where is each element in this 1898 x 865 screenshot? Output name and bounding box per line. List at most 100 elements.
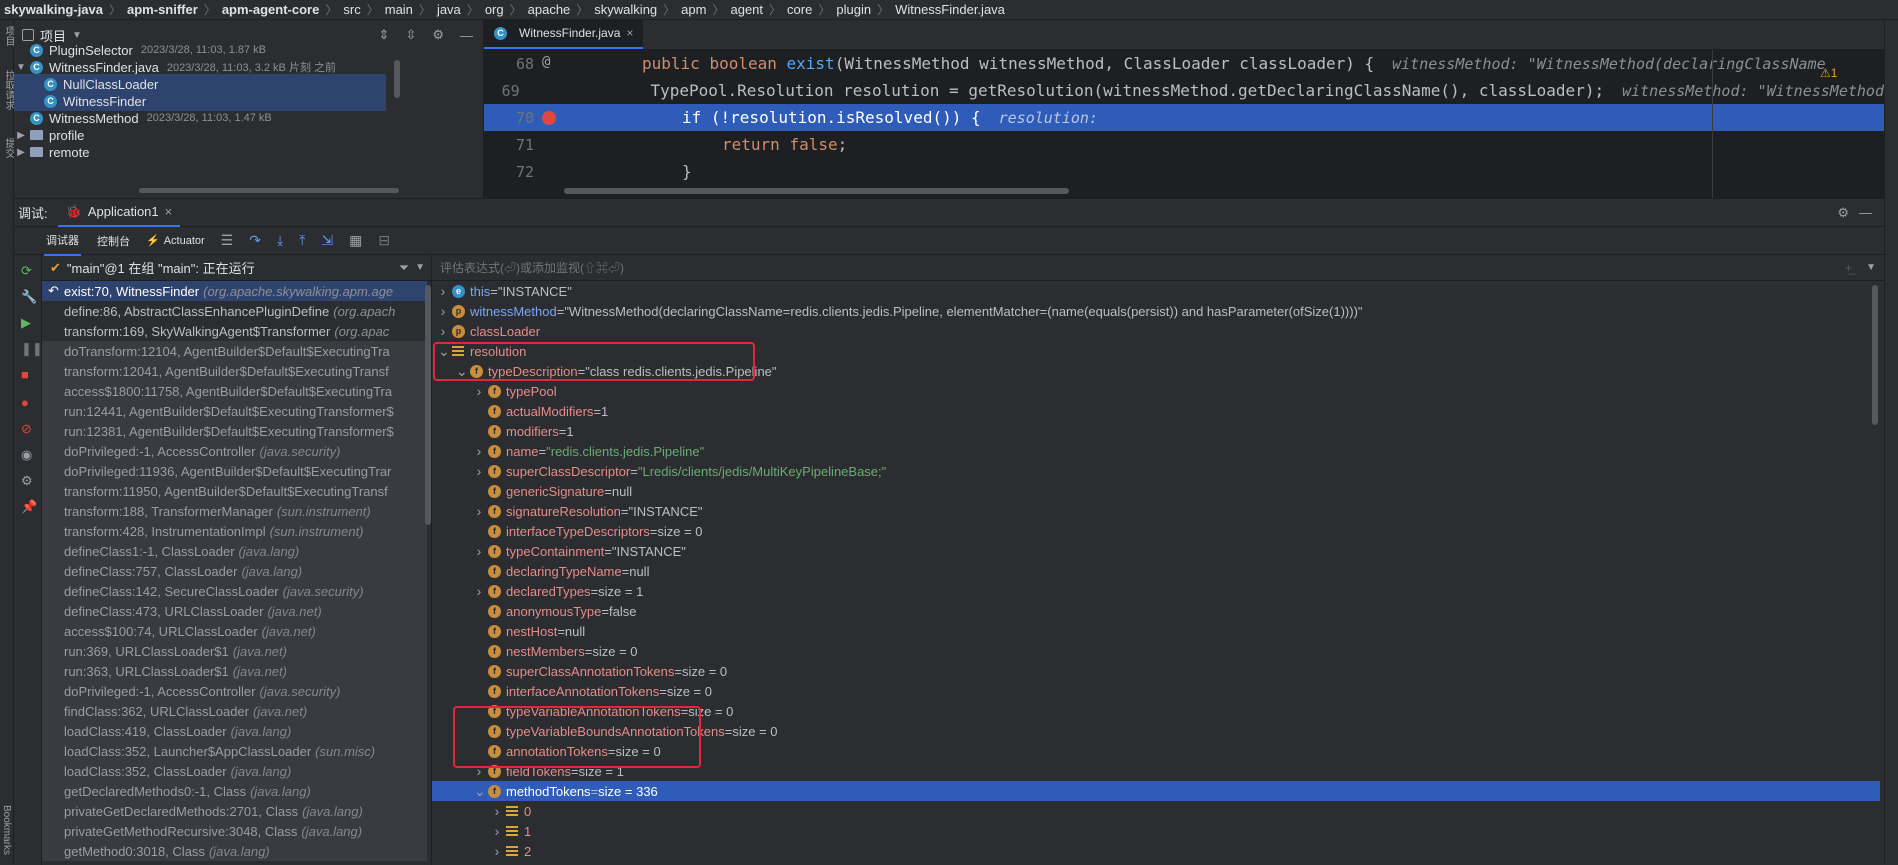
variable-row[interactable]: f declaringTypeName = null [432,561,1880,581]
gear-icon[interactable]: ⚙ [1837,205,1849,221]
breadcrumb-item[interactable]: skywalking [594,2,657,17]
tab-console[interactable]: 控制台 [97,233,130,249]
tab-witnessfinder[interactable]: C WitnessFinder.java × [484,19,644,49]
chevron-right-icon[interactable]: › [438,283,448,299]
stack-frame[interactable]: transform:428, InstrumentationImpl (sun.i… [42,521,427,541]
breadcrumb-item[interactable]: WitnessFinder.java [895,2,1005,17]
stop-icon[interactable]: ■ [21,367,35,382]
stack-frame[interactable]: run:369, URLClassLoader$1 (java.net) [42,641,427,661]
stack-frame[interactable]: defineClass:142, SecureClassLoader (java.… [42,581,427,601]
variable-row[interactable]: › f typePool [432,381,1880,401]
breadcrumb-item[interactable]: org [485,2,504,17]
chevron-right-icon[interactable]: › [438,303,448,319]
variable-row[interactable]: ⌄ f methodTokens = size = 336 [432,781,1880,801]
stack-frame[interactable]: doPrivileged:-1, AccessController (java.s… [42,441,427,461]
frames-scrollbar[interactable] [425,285,431,525]
breadcrumb-item[interactable]: java [437,2,461,17]
code-line[interactable]: 69 TypePool.Resolution resolution = getRe… [484,77,1884,104]
stack-frame[interactable]: doPrivileged:-1, AccessController (java.s… [42,681,427,701]
breadcrumb-item[interactable]: src [343,2,360,17]
tab-actuator[interactable]: ⚡ Actuator [146,234,205,248]
stack-frame[interactable]: define:86, AbstractClassEnhancePluginDef… [42,301,427,321]
minimize-icon[interactable]: — [460,28,473,43]
variable-row[interactable]: f superClassAnnotationTokens = size = 0 [432,661,1880,681]
side-tab-bookmarks[interactable]: Bookmarks [1,805,12,855]
variable-row[interactable]: › f superClassDescriptor = "Lredis/clients… [432,461,1880,481]
code-line[interactable]: 71 return false; [484,131,1884,158]
chevron-right-icon[interactable]: › [474,443,484,459]
chevron-right-icon[interactable]: ▶ [16,147,26,158]
code-line[interactable]: 70 if (!resolution.isResolved()) {resolut… [484,104,1884,131]
breadcrumb-item[interactable]: main [385,2,413,17]
chevron-down-icon[interactable]: ▼ [415,262,425,273]
stack-frame[interactable]: privateGetMethodRecursive:3048, Class (ja… [42,821,427,841]
variable-row[interactable]: › p witnessMethod = "WitnessMethod(declari… [432,301,1880,321]
variable-row[interactable]: › f declaredTypes = size = 1 [432,581,1880,601]
chevron-right-icon[interactable]: › [474,543,484,559]
chevron-right-icon[interactable]: › [492,843,502,859]
variable-row[interactable]: › 1 [432,821,1880,841]
stack-frame[interactable]: getDeclaredMethods0:-1, Class (java.lang) [42,781,427,801]
pin-icon[interactable]: 📌 [21,499,37,514]
variable-row[interactable]: f interfaceAnnotationTokens = size = 0 [432,681,1880,701]
filter-icon[interactable]: ⏷ [399,260,409,276]
project-hscrollbar[interactable] [139,188,399,193]
breadcrumb-item[interactable]: core [787,2,812,17]
stack-frame[interactable]: transform:188, TransformerManager (sun.in… [42,501,427,521]
gear-icon[interactable]: ⚙ [432,27,444,43]
chevron-down-icon[interactable]: ▼ [72,30,82,41]
stack-frame[interactable]: access$1800:11758, AgentBuilder$Default$… [42,381,427,401]
variables-scrollbar[interactable] [1872,285,1878,425]
stack-frame[interactable]: run:363, URLClassLoader$1 (java.net) [42,661,427,681]
project-tree-item[interactable]: ▶ remote [14,142,386,162]
code-area[interactable]: 68 @ public boolean exist(WitnessMethod wi… [484,50,1884,198]
chevron-right-icon[interactable]: › [474,503,484,519]
chevron-right-icon[interactable]: › [474,463,484,479]
breadcrumb-item[interactable]: skywalking-java [4,2,103,17]
variable-row[interactable]: › f typeContainment = "INSTANCE" [432,541,1880,561]
variable-row[interactable]: f nestHost = null [432,621,1880,641]
variable-row[interactable]: f modifiers = 1 [432,421,1880,441]
evaluate-icon[interactable]: ▦ [349,232,362,249]
variable-row[interactable]: f nestMembers = size = 0 [432,641,1880,661]
stack-frame[interactable]: transform:12041, AgentBuilder$Default$Ex… [42,361,427,381]
stack-frame[interactable]: defineClass:473, URLClassLoader (java.net… [42,601,427,621]
step-into-icon[interactable]: ⤓ [277,232,283,249]
tab-debugger[interactable]: 调试器 [44,226,81,256]
variable-row[interactable]: › e this = "INSTANCE" [432,281,1880,301]
stack-frame[interactable]: findClass:362, URLClassLoader (java.net) [42,701,427,721]
run-config-tab[interactable]: 🐞 Application1 × [57,199,181,227]
trace-icon[interactable]: ⊟ [378,232,390,249]
chevron-right-icon[interactable]: › [474,383,484,399]
run-to-cursor-icon[interactable]: ⇲ [321,232,333,249]
stack-frame[interactable]: loadClass:352, ClassLoader (java.lang) [42,761,427,781]
add-watch-icon[interactable]: +̲ [1845,261,1852,275]
stack-frame[interactable]: access$100:74, URLClassLoader (java.net) [42,621,427,641]
breadcrumb-item[interactable]: apm-sniffer [127,2,198,17]
menu-icon[interactable]: ☰ [221,232,234,249]
minimize-icon[interactable]: — [1859,205,1872,220]
rerun-icon[interactable]: ⟳ [21,263,35,278]
close-icon[interactable]: × [165,204,173,219]
stack-frame[interactable]: privateGetDeclaredMethods:2701, Class (ja… [42,801,427,821]
chevron-right-icon[interactable]: ▶ [16,130,26,141]
wrench-icon[interactable]: 🔧 [21,289,37,304]
variable-row[interactable]: › 2 [432,841,1880,861]
variable-row[interactable]: › f name = "redis.clients.jedis.Pipeline" [432,441,1880,461]
stack-frame[interactable]: defineClass1:-1, ClassLoader (java.lang) [42,541,427,561]
pause-icon[interactable]: ❚❚ [21,341,43,356]
stack-frame[interactable]: run:12381, AgentBuilder$Default$Executin… [42,421,427,441]
chevron-right-icon[interactable]: › [438,323,448,339]
variable-row[interactable]: › p classLoader [432,321,1880,341]
resume-icon[interactable]: ▶ [21,315,35,330]
warning-count[interactable]: ⚠1 [1820,66,1837,80]
variable-row[interactable]: f genericSignature = null [432,481,1880,501]
step-out-icon[interactable]: ⤒ [299,232,305,249]
variable-row[interactable]: › f signatureResolution = "INSTANCE" [432,501,1880,521]
settings-icon[interactable]: ⚙ [21,473,35,488]
project-scrollbar[interactable] [394,60,400,98]
breakpoints-icon[interactable]: ● [21,395,35,410]
chevron-down-icon[interactable]: ▼ [16,62,26,73]
chevron-right-icon[interactable]: › [474,583,484,599]
chevron-down-icon[interactable]: ⌄ [474,783,486,800]
